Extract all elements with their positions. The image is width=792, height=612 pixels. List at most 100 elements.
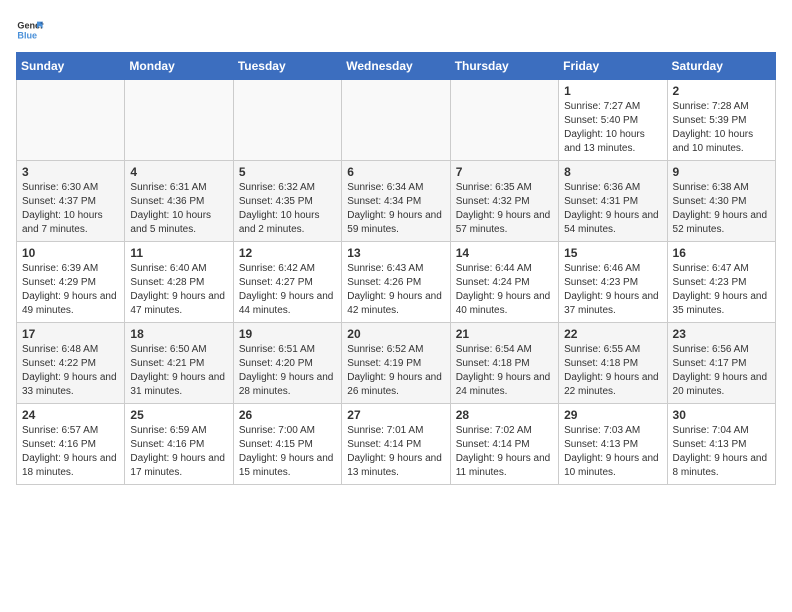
logo: General Blue	[16, 16, 48, 44]
calendar-cell: 24 Sunrise: 6:57 AM Sunset: 4:16 PM Dayli…	[17, 404, 125, 485]
svg-text:Blue: Blue	[17, 30, 37, 40]
day-number: 2	[673, 84, 770, 98]
day-info: Sunrise: 7:01 AM Sunset: 4:14 PM Dayligh…	[347, 424, 444, 480]
day-info: Sunrise: 7:04 AM Sunset: 4:13 PM Dayligh…	[673, 424, 770, 480]
calendar-cell: 11 Sunrise: 6:40 AM Sunset: 4:28 PM Dayli…	[125, 242, 233, 323]
day-info: Sunrise: 6:39 AM Sunset: 4:29 PM Dayligh…	[22, 262, 119, 318]
day-number: 17	[22, 327, 119, 341]
calendar-row: 24 Sunrise: 6:57 AM Sunset: 4:16 PM Dayli…	[17, 404, 776, 485]
calendar-cell: 2 Sunrise: 7:28 AM Sunset: 5:39 PM Daylig…	[667, 80, 775, 161]
calendar-cell: 7 Sunrise: 6:35 AM Sunset: 4:32 PM Daylig…	[450, 161, 558, 242]
day-info: Sunrise: 6:35 AM Sunset: 4:32 PM Dayligh…	[456, 181, 553, 237]
calendar-table: SundayMondayTuesdayWednesdayThursdayFrid…	[16, 52, 776, 485]
calendar-cell: 5 Sunrise: 6:32 AM Sunset: 4:35 PM Daylig…	[233, 161, 341, 242]
day-number: 22	[564, 327, 661, 341]
weekday-header: Sunday	[17, 53, 125, 80]
day-number: 7	[456, 165, 553, 179]
day-number: 4	[130, 165, 227, 179]
day-number: 12	[239, 246, 336, 260]
day-number: 10	[22, 246, 119, 260]
day-info: Sunrise: 6:40 AM Sunset: 4:28 PM Dayligh…	[130, 262, 227, 318]
calendar-cell: 12 Sunrise: 6:42 AM Sunset: 4:27 PM Dayli…	[233, 242, 341, 323]
day-number: 6	[347, 165, 444, 179]
day-info: Sunrise: 6:31 AM Sunset: 4:36 PM Dayligh…	[130, 181, 227, 237]
day-info: Sunrise: 6:55 AM Sunset: 4:18 PM Dayligh…	[564, 343, 661, 399]
calendar-cell: 10 Sunrise: 6:39 AM Sunset: 4:29 PM Dayli…	[17, 242, 125, 323]
day-info: Sunrise: 6:38 AM Sunset: 4:30 PM Dayligh…	[673, 181, 770, 237]
calendar-cell: 17 Sunrise: 6:48 AM Sunset: 4:22 PM Dayli…	[17, 323, 125, 404]
day-info: Sunrise: 6:47 AM Sunset: 4:23 PM Dayligh…	[673, 262, 770, 318]
calendar-cell	[233, 80, 341, 161]
calendar-cell: 27Sunrise: 7:01 AM Sunset: 4:14 PM Dayli…	[342, 404, 450, 485]
weekday-header: Monday	[125, 53, 233, 80]
day-number: 5	[239, 165, 336, 179]
calendar-cell: 28 Sunrise: 7:02 AM Sunset: 4:14 PM Dayli…	[450, 404, 558, 485]
day-number: 28	[456, 408, 553, 422]
calendar-cell: 8 Sunrise: 6:36 AM Sunset: 4:31 PM Daylig…	[559, 161, 667, 242]
calendar-cell	[125, 80, 233, 161]
calendar-cell: 22 Sunrise: 6:55 AM Sunset: 4:18 PM Dayli…	[559, 323, 667, 404]
calendar-cell: 9 Sunrise: 6:38 AM Sunset: 4:30 PM Daylig…	[667, 161, 775, 242]
calendar-cell: 29 Sunrise: 7:03 AM Sunset: 4:13 PM Dayli…	[559, 404, 667, 485]
day-info: Sunrise: 6:44 AM Sunset: 4:24 PM Dayligh…	[456, 262, 553, 318]
weekday-header: Thursday	[450, 53, 558, 80]
day-info: Sunrise: 6:50 AM Sunset: 4:21 PM Dayligh…	[130, 343, 227, 399]
day-number: 29	[564, 408, 661, 422]
weekday-header: Wednesday	[342, 53, 450, 80]
calendar-cell: 14 Sunrise: 6:44 AM Sunset: 4:24 PM Dayli…	[450, 242, 558, 323]
calendar-row: 1 Sunrise: 7:27 AM Sunset: 5:40 PM Daylig…	[17, 80, 776, 161]
day-number: 13	[347, 246, 444, 260]
calendar-cell	[17, 80, 125, 161]
day-number: 9	[673, 165, 770, 179]
day-number: 24	[22, 408, 119, 422]
day-info: Sunrise: 6:32 AM Sunset: 4:35 PM Dayligh…	[239, 181, 336, 237]
calendar-row: 10 Sunrise: 6:39 AM Sunset: 4:29 PM Dayli…	[17, 242, 776, 323]
day-info: Sunrise: 6:42 AM Sunset: 4:27 PM Dayligh…	[239, 262, 336, 318]
day-info: Sunrise: 6:59 AM Sunset: 4:16 PM Dayligh…	[130, 424, 227, 480]
day-number: 11	[130, 246, 227, 260]
day-info: Sunrise: 6:51 AM Sunset: 4:20 PM Dayligh…	[239, 343, 336, 399]
day-number: 1	[564, 84, 661, 98]
day-info: Sunrise: 6:52 AM Sunset: 4:19 PM Dayligh…	[347, 343, 444, 399]
day-info: Sunrise: 7:00 AM Sunset: 4:15 PM Dayligh…	[239, 424, 336, 480]
calendar-cell: 6 Sunrise: 6:34 AM Sunset: 4:34 PM Daylig…	[342, 161, 450, 242]
day-number: 19	[239, 327, 336, 341]
day-info: Sunrise: 6:57 AM Sunset: 4:16 PM Dayligh…	[22, 424, 119, 480]
calendar-cell: 20 Sunrise: 6:52 AM Sunset: 4:19 PM Dayli…	[342, 323, 450, 404]
day-info: Sunrise: 7:27 AM Sunset: 5:40 PM Dayligh…	[564, 100, 661, 156]
weekday-header: Tuesday	[233, 53, 341, 80]
day-info: Sunrise: 6:36 AM Sunset: 4:31 PM Dayligh…	[564, 181, 661, 237]
day-info: Sunrise: 7:28 AM Sunset: 5:39 PM Dayligh…	[673, 100, 770, 156]
day-number: 23	[673, 327, 770, 341]
day-info: Sunrise: 6:46 AM Sunset: 4:23 PM Dayligh…	[564, 262, 661, 318]
logo-icon: General Blue	[16, 16, 44, 44]
day-info: Sunrise: 6:34 AM Sunset: 4:34 PM Dayligh…	[347, 181, 444, 237]
day-info: Sunrise: 6:54 AM Sunset: 4:18 PM Dayligh…	[456, 343, 553, 399]
day-number: 14	[456, 246, 553, 260]
calendar-row: 17 Sunrise: 6:48 AM Sunset: 4:22 PM Dayli…	[17, 323, 776, 404]
calendar-row: 3Sunrise: 6:30 AM Sunset: 4:37 PM Daylig…	[17, 161, 776, 242]
day-number: 25	[130, 408, 227, 422]
day-number: 18	[130, 327, 227, 341]
calendar-cell: 30Sunrise: 7:04 AM Sunset: 4:13 PM Dayli…	[667, 404, 775, 485]
calendar-header: SundayMondayTuesdayWednesdayThursdayFrid…	[17, 53, 776, 80]
header: General Blue	[16, 16, 776, 44]
day-number: 16	[673, 246, 770, 260]
calendar-cell: 1 Sunrise: 7:27 AM Sunset: 5:40 PM Daylig…	[559, 80, 667, 161]
day-number: 8	[564, 165, 661, 179]
day-number: 21	[456, 327, 553, 341]
day-info: Sunrise: 7:02 AM Sunset: 4:14 PM Dayligh…	[456, 424, 553, 480]
calendar-cell: 13Sunrise: 6:43 AM Sunset: 4:26 PM Dayli…	[342, 242, 450, 323]
calendar-cell: 19 Sunrise: 6:51 AM Sunset: 4:20 PM Dayli…	[233, 323, 341, 404]
day-number: 26	[239, 408, 336, 422]
calendar-cell: 26 Sunrise: 7:00 AM Sunset: 4:15 PM Dayli…	[233, 404, 341, 485]
calendar-cell	[450, 80, 558, 161]
day-info: Sunrise: 6:48 AM Sunset: 4:22 PM Dayligh…	[22, 343, 119, 399]
day-info: Sunrise: 7:03 AM Sunset: 4:13 PM Dayligh…	[564, 424, 661, 480]
weekday-header: Friday	[559, 53, 667, 80]
weekday-header: Saturday	[667, 53, 775, 80]
calendar-cell: 4 Sunrise: 6:31 AM Sunset: 4:36 PM Daylig…	[125, 161, 233, 242]
calendar-cell: 15Sunrise: 6:46 AM Sunset: 4:23 PM Dayli…	[559, 242, 667, 323]
day-number: 20	[347, 327, 444, 341]
calendar-cell: 16 Sunrise: 6:47 AM Sunset: 4:23 PM Dayli…	[667, 242, 775, 323]
